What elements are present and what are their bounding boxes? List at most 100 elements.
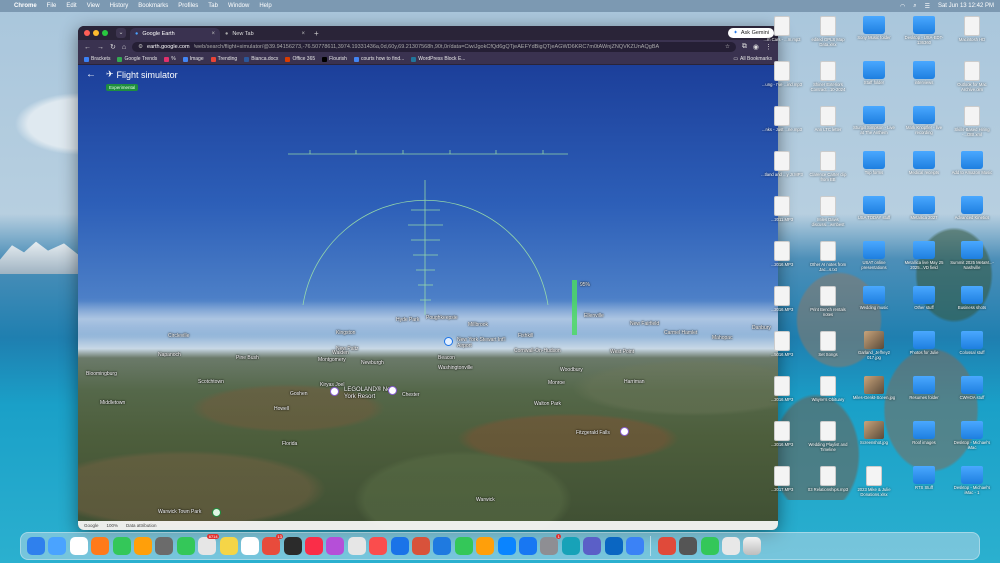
menu-profiles[interactable]: Profiles <box>178 3 198 9</box>
desktop-icon-folder[interactable]: Desktop - Michael's iMac <box>949 421 995 451</box>
bookmark-percent[interactable]: % <box>164 56 176 62</box>
dock-app-icon[interactable] <box>476 537 495 555</box>
new-tab-plus-icon[interactable]: + <box>314 29 319 38</box>
address-bar[interactable]: ⚙ earth.google.com /web/search/flight+si… <box>132 42 736 52</box>
desktop-icon-doc[interactable]: Wedding Playlist and Timeline <box>805 421 851 453</box>
close-window-button[interactable] <box>84 30 90 36</box>
desktop-icon-folder[interactable]: interviews <box>901 61 947 86</box>
menu-history[interactable]: History <box>110 3 129 9</box>
desktop-icon-doc[interactable]: ...m Cars - ...m.mp3 <box>759 16 805 43</box>
dock-app-icon[interactable] <box>347 537 366 555</box>
desktop-icon-doc[interactable]: edited GPLS Map Data.xlsx <box>805 16 851 48</box>
desktop-icon-doc[interactable]: ...5016.MP3 <box>759 331 805 358</box>
dock-app-icon[interactable] <box>133 537 152 555</box>
desktop-icon-doc[interactable]: ...2016.MP3 <box>759 376 805 403</box>
menu-app-name[interactable]: Chrome <box>14 3 37 9</box>
desktop-icon-folder[interactable]: Medical receipts <box>901 151 947 176</box>
dock-app-icon[interactable] <box>518 537 537 555</box>
dock-app-icon[interactable] <box>112 537 131 555</box>
attraction-pin-icon[interactable] <box>620 427 629 436</box>
desktop-icon-doc[interactable]: ...2016.MP3 <box>759 241 805 268</box>
desktop-icon-doc[interactable]: ...nks - Just ...ne.mp3 <box>759 106 805 133</box>
desktop-icon-doc[interactable]: Clarence Carter clip from BB <box>805 151 851 183</box>
desktop-icon-folder[interactable]: Mark Knopfler - live recording <box>901 106 947 136</box>
dock-app-icon[interactable] <box>454 537 473 555</box>
home-icon[interactable]: ⌂ <box>122 44 126 51</box>
dock-app-icon[interactable] <box>155 537 174 555</box>
desktop-icon-folder[interactable]: USAT online presentations <box>851 241 897 271</box>
desktop-icon-img[interactable]: Garland_Jeffrey2 017.jpg <box>851 331 897 361</box>
bookmark-trending[interactable]: Trending <box>210 56 237 62</box>
desktop-icon-folder[interactable]: CWHOA stuff <box>949 376 995 401</box>
desktop-icon-folder[interactable]: Metallica live May 25 2025...VD field <box>901 241 947 271</box>
desktop-icon-folder[interactable]: USA TODAY stuff <box>851 196 897 221</box>
menu-help[interactable]: Help <box>259 3 271 9</box>
desktop-icon-doc[interactable]: Outlook for Mac Archive.olm <box>949 61 995 93</box>
desktop-icon-folder[interactable]: Wedding music <box>851 286 897 311</box>
dock-app-icon[interactable] <box>369 537 388 555</box>
desktop-icon-folder[interactable]: Top forms <box>851 151 897 176</box>
menu-clock[interactable]: Sat Jun 13 12:42 PM <box>938 3 994 9</box>
desktop-icon-folder[interactable]: Staff folder <box>851 61 897 86</box>
desktop-icon-folder[interactable]: Sturgill Simpson - Live at The Anthem <box>851 106 897 136</box>
bookmark-image[interactable]: Image <box>182 56 204 62</box>
desktop-icon-doc[interactable]: Set Songs <box>805 331 851 358</box>
desktop-icon-folder[interactable]: Sony Music folder <box>851 16 897 41</box>
airport-pin-icon[interactable] <box>444 337 453 346</box>
bookmark-flourish[interactable]: Flourish <box>322 56 347 62</box>
dock-app-icon[interactable] <box>91 537 110 555</box>
dock-app-icon[interactable]: 13 <box>262 534 284 555</box>
dock-app-icon[interactable] <box>657 537 676 555</box>
desktop-icon-doc[interactable]: Macintosh HD <box>949 16 995 43</box>
menu-bookmarks[interactable]: Bookmarks <box>138 3 168 9</box>
control-center-icon[interactable]: ☰ <box>925 3 930 10</box>
desktop-icon-folder[interactable]: Summit 2025 MetaM...-Nashville <box>949 241 995 271</box>
extensions-icon[interactable]: ⧉ <box>742 43 747 51</box>
earth-viewport[interactable]: ← ✈ Flight simulator Experimental 95% Hy… <box>78 65 778 530</box>
dock-app-icon[interactable] <box>412 537 431 555</box>
dock-app-icon[interactable] <box>700 537 719 555</box>
bookmark-courts[interactable]: courts how to find... <box>353 56 404 62</box>
desktop-icon-folder[interactable]: Photos for Julie <box>901 331 947 356</box>
bookmark-wordpress[interactable]: WordPress Block E... <box>411 56 465 62</box>
dock-app-icon[interactable] <box>497 537 516 555</box>
desktop-icon-doc[interactable]: 03 Relationships.mp3 <box>805 466 851 493</box>
dock-app-icon[interactable] <box>283 537 302 555</box>
bookmark-bianca-docx[interactable]: Bianca.docx <box>244 56 278 62</box>
data-attribution-link[interactable]: Data attribution <box>126 523 157 528</box>
desktop-icon-folder[interactable]: Desktop - USA-EDT-136360 <box>901 16 947 46</box>
desktop-icon-folder[interactable]: Business shots <box>949 286 995 311</box>
more-menu-icon[interactable]: ⋮ <box>765 43 772 51</box>
desktop-icon-folder[interactable]: Add to Amazon Music <box>949 151 995 176</box>
desktop-icon-img[interactable]: Miles-Genkt-Sceen.jpg <box>851 376 897 401</box>
close-tab-icon[interactable]: × <box>301 31 305 37</box>
desktop-icon-doc[interactable]: ...tland and ...y Jr.MP3 <box>759 151 805 178</box>
site-info-icon[interactable]: ⚙ <box>138 44 143 50</box>
profile-avatar-icon[interactable]: ◉ <box>753 43 759 51</box>
dock-app-icon[interactable]: 6714 <box>198 534 220 555</box>
zoom-window-button[interactable] <box>102 30 108 36</box>
desktop-icon-doc[interactable]: ...2017.MP3 <box>759 466 805 493</box>
dock-app-icon[interactable] <box>721 537 740 555</box>
desktop-icon-folder[interactable]: Colossal stuff <box>949 331 995 356</box>
desktop-icon-folder[interactable]: Advanced Kinetics <box>949 196 995 221</box>
dock-app-icon[interactable] <box>69 537 88 555</box>
desktop-icon-doc[interactable]: Print Bench rentals notes <box>805 286 851 318</box>
dock-app-icon[interactable] <box>561 537 580 555</box>
desktop-icon-doc[interactable]: ...2016.MP3 <box>759 286 805 313</box>
dock-app-icon[interactable] <box>27 537 45 555</box>
dock-app-icon[interactable] <box>219 537 238 555</box>
menu-view[interactable]: View <box>87 3 100 9</box>
desktop-icon-doc[interactable]: Other AI notes from Jac...s.txt <box>805 241 851 273</box>
menu-edit[interactable]: Edit <box>66 3 76 9</box>
attraction-pin-icon[interactable] <box>388 386 397 395</box>
dock-app-icon[interactable] <box>240 537 259 555</box>
trash-icon[interactable] <box>743 537 762 555</box>
menu-file[interactable]: File <box>47 3 57 9</box>
desktop-icon-folder[interactable]: Other stuff <box>901 286 947 311</box>
desktop-icon-folder[interactable]: Resumes folder <box>901 376 947 401</box>
forward-arrow-icon[interactable]: → <box>97 44 104 51</box>
bookmark-brackets[interactable]: Brackets <box>84 56 110 62</box>
tab-new-tab[interactable]: ● New Tab × <box>220 28 310 40</box>
desktop-icon-doc[interactable]: Shiner Exteriors Contract...10-2024 <box>805 61 851 93</box>
